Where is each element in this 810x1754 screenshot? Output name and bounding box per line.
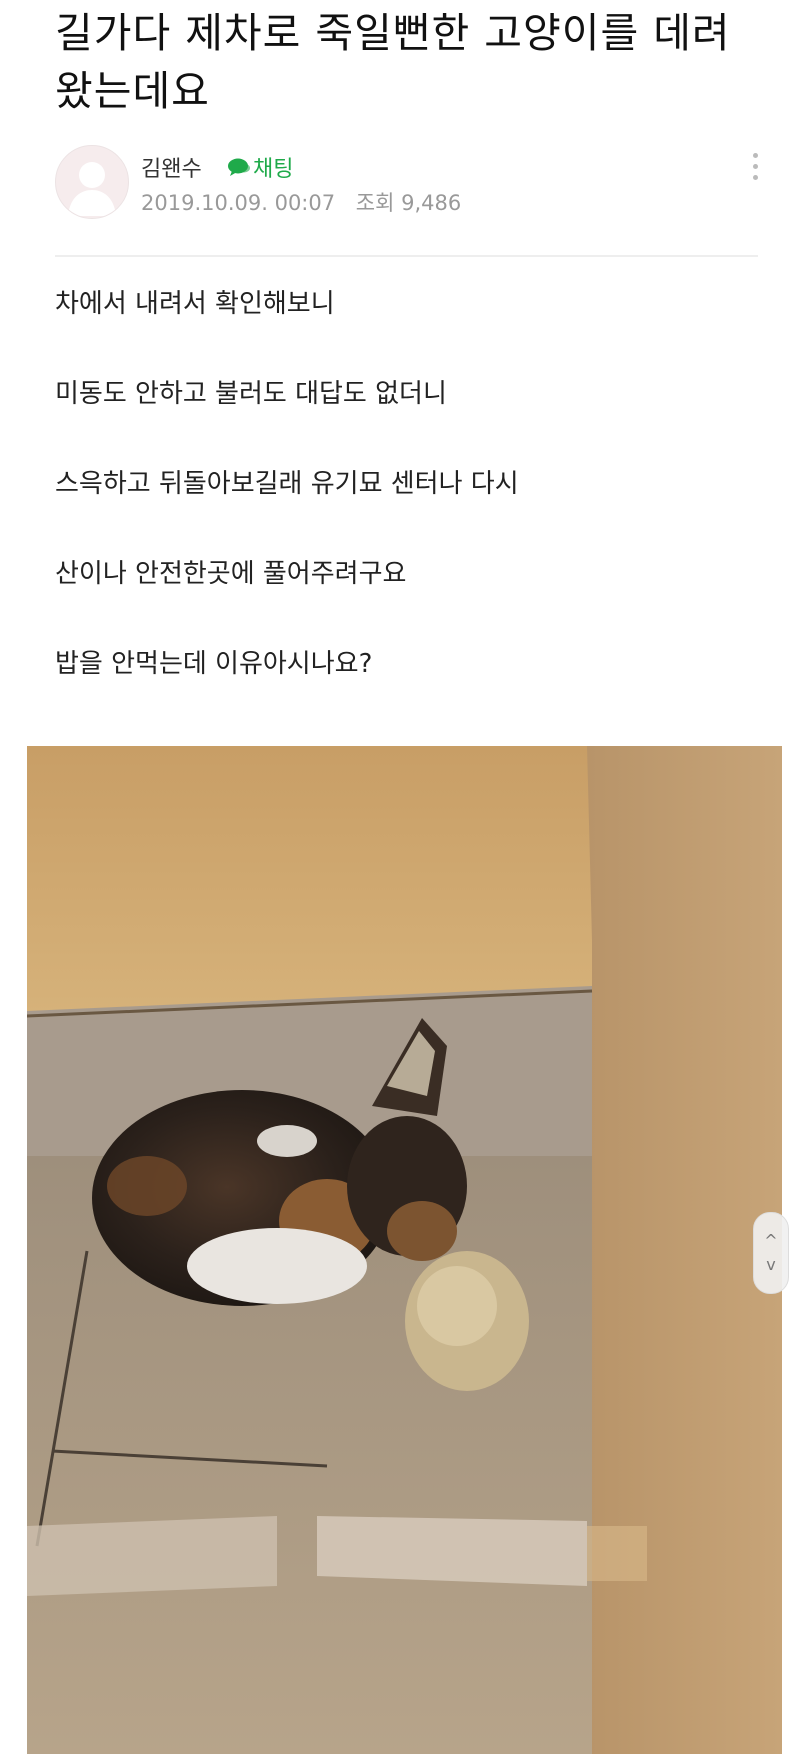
more-options-button[interactable] xyxy=(745,153,765,189)
avatar[interactable] xyxy=(55,145,129,219)
chevron-down-icon[interactable]: v xyxy=(754,1255,788,1275)
chevron-up-icon[interactable]: ^ xyxy=(754,1231,788,1251)
body-paragraph: 밥을 안먹는데 이유아시나요? xyxy=(55,649,373,679)
views-count: 9,486 xyxy=(401,191,462,215)
body-paragraph: 미동도 안하고 불러도 대답도 없더니 xyxy=(55,379,447,409)
chat-label: 채팅 xyxy=(253,157,294,182)
scroll-control[interactable]: ^ v xyxy=(753,1212,789,1294)
views-label: 조회 xyxy=(355,191,395,215)
divider xyxy=(55,255,758,257)
author-info: 김왠수 채팅 2019.10.09. 00:07 조회 9,486 xyxy=(55,145,765,221)
author-name[interactable]: 김왠수 xyxy=(141,151,202,183)
more-vertical-icon xyxy=(752,153,758,158)
post-title: 길가다 제차로 죽일뻔한 고양이를 데려 왔는데요 xyxy=(55,9,731,115)
kitten-photo xyxy=(27,746,782,1754)
body-paragraph: 차에서 내려서 확인해보니 xyxy=(55,289,335,319)
post-meta: 2019.10.09. 00:07 조회 9,486 xyxy=(141,187,461,217)
user-placeholder-icon xyxy=(68,162,116,216)
post-image-kitten-in-box[interactable] xyxy=(27,746,782,1754)
body-paragraph: 스윽하고 뒤돌아보길래 유기묘 센터나 다시 xyxy=(55,469,519,499)
chat-button[interactable]: 채팅 xyxy=(227,151,293,183)
post-body: 차에서 내려서 확인해보니 미동도 안하고 불러도 대답도 없더니 스윽하고 뒤… xyxy=(55,280,765,730)
body-paragraph: 산이나 안전한곳에 풀어주려구요 xyxy=(55,559,407,589)
chat-bubble-icon xyxy=(228,158,250,176)
post-date: 2019.10.09. 00:07 xyxy=(141,191,336,215)
